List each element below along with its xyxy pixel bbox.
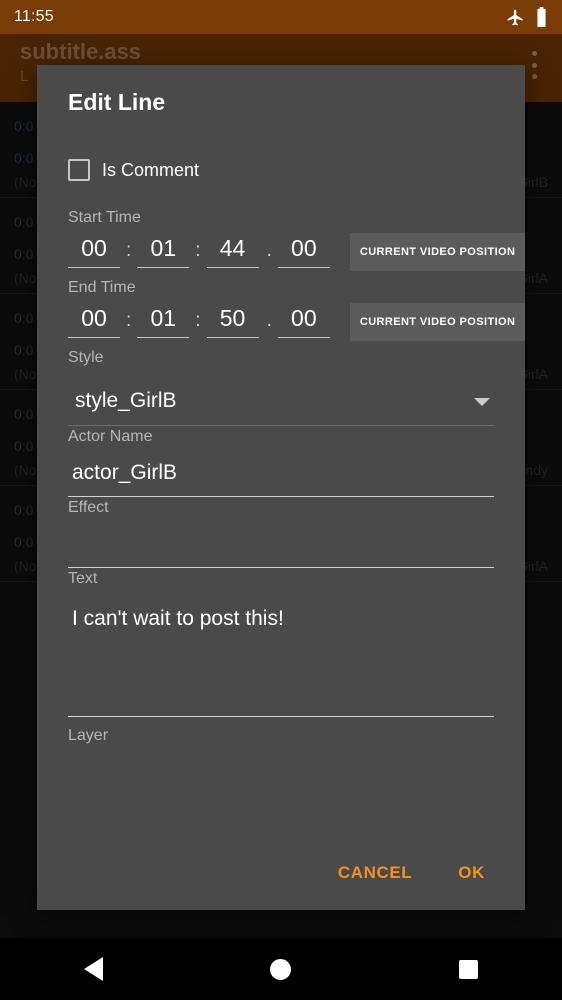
end-time-fields: 00 : 01 : 50 . 00 bbox=[68, 301, 330, 338]
start-time-block: Start Time 00 : 01 : 44 . 00 CURRENT VID… bbox=[51, 207, 525, 271]
dialog-title: Edit Line bbox=[68, 89, 166, 115]
time-separator: : bbox=[126, 240, 132, 261]
actor-name-label: Actor Name bbox=[68, 428, 153, 445]
status-icons bbox=[506, 7, 548, 27]
dialog-body[interactable]: Is Comment Start Time 00 : 01 : 44 . 00 … bbox=[37, 137, 525, 836]
style-label: Style bbox=[68, 349, 104, 366]
edit-line-dialog: Edit Line Is Comment Start Time 00 : 01 … bbox=[37, 65, 525, 910]
end-time-minutes-input[interactable]: 01 bbox=[137, 301, 190, 338]
start-current-video-position-button[interactable]: CURRENT VIDEO POSITION bbox=[349, 233, 525, 271]
effect-input[interactable] bbox=[68, 523, 494, 568]
back-triangle-icon bbox=[84, 957, 104, 981]
end-time-hours-input[interactable]: 00 bbox=[68, 301, 120, 338]
start-time-hours-input[interactable]: 00 bbox=[68, 231, 120, 268]
end-current-video-position-button[interactable]: CURRENT VIDEO POSITION bbox=[349, 303, 525, 341]
time-separator: : bbox=[195, 240, 201, 261]
nav-home-button[interactable] bbox=[246, 938, 316, 1000]
end-time-centiseconds-input[interactable]: 00 bbox=[277, 301, 330, 338]
ok-button[interactable]: OK bbox=[444, 853, 499, 893]
effect-label: Effect bbox=[68, 499, 109, 516]
cancel-button[interactable]: CANCEL bbox=[324, 853, 426, 893]
layer-label: Layer bbox=[68, 727, 109, 744]
start-time-fields: 00 : 01 : 44 . 00 bbox=[68, 231, 330, 268]
device-screen: subtitle.ass L 0:0 0:0 (No GirlB 0:0 0:0… bbox=[0, 0, 562, 1000]
is-comment-checkbox-row[interactable]: Is Comment bbox=[51, 159, 511, 181]
end-time-block: End Time 00 : 01 : 50 . 00 CURRENT VIDEO… bbox=[51, 277, 525, 341]
nav-recents-button[interactable] bbox=[433, 938, 503, 1000]
is-comment-checkbox[interactable] bbox=[68, 159, 90, 181]
start-time-minutes-input[interactable]: 01 bbox=[137, 231, 190, 268]
start-time-centiseconds-input[interactable]: 00 bbox=[277, 231, 330, 268]
time-decimal: . bbox=[266, 310, 272, 331]
end-time-seconds-input[interactable]: 50 bbox=[206, 301, 259, 338]
text-input[interactable]: I can't wait to post this! bbox=[68, 598, 494, 717]
nav-back-button[interactable] bbox=[59, 938, 129, 1000]
time-decimal: . bbox=[266, 240, 272, 261]
end-time-label: End Time bbox=[68, 279, 136, 296]
status-bar: 11:55 bbox=[0, 0, 562, 34]
airplane-mode-icon bbox=[506, 8, 525, 27]
home-circle-icon bbox=[270, 958, 292, 980]
text-label: Text bbox=[68, 570, 98, 587]
start-time-row: 00 : 01 : 44 . 00 CURRENT VIDEO POSITION bbox=[51, 231, 525, 271]
actor-name-input[interactable]: actor_GirlB bbox=[68, 452, 494, 497]
end-time-row: 00 : 01 : 50 . 00 CURRENT VIDEO POSITION bbox=[51, 301, 525, 341]
navigation-bar bbox=[0, 938, 562, 1000]
time-separator: : bbox=[126, 310, 132, 331]
status-clock: 11:55 bbox=[14, 8, 54, 25]
is-comment-label: Is Comment bbox=[102, 159, 200, 180]
style-dropdown[interactable]: style_GirlB bbox=[68, 381, 494, 426]
time-separator: : bbox=[195, 310, 201, 331]
start-time-label: Start Time bbox=[68, 209, 141, 226]
style-selected-value: style_GirlB bbox=[75, 389, 177, 412]
recents-square-icon bbox=[458, 959, 478, 979]
chevron-down-icon bbox=[474, 398, 490, 406]
dialog-actions: CANCEL OK bbox=[37, 836, 525, 910]
battery-full-icon bbox=[535, 7, 548, 27]
start-time-seconds-input[interactable]: 44 bbox=[206, 231, 259, 268]
